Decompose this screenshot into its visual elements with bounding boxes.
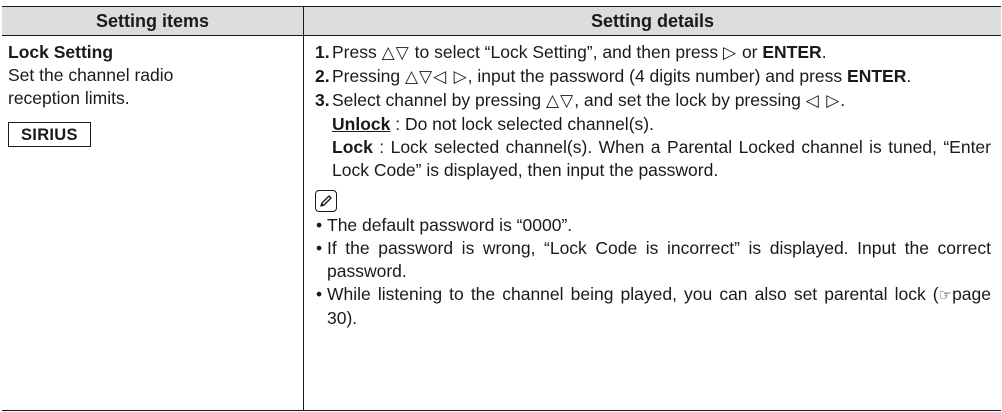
step-text: to select “Lock Setting”, and then press <box>409 42 723 62</box>
column-divider <box>303 7 304 410</box>
lock-description: : Lock selected channel(s). When a Paren… <box>332 137 991 180</box>
pencil-note-icon <box>315 190 337 212</box>
enter-key-label: ENTER <box>847 66 907 86</box>
setting-item-title: Lock Setting <box>8 42 114 62</box>
lock-label: Lock <box>332 137 373 157</box>
header-setting-items: Setting items <box>95 11 210 31</box>
unlock-label: Unlock <box>332 114 391 134</box>
bullet-icon: • <box>316 284 323 304</box>
note-item: • If the password is wrong, “Lock Code i… <box>315 237 991 283</box>
step-text: , input the password (4 digits number) a… <box>467 66 848 86</box>
sirius-badge: SIRIUS <box>8 122 91 147</box>
step-number: 3. <box>315 90 330 110</box>
step-text: . <box>906 66 912 86</box>
step-text: Press <box>332 42 382 62</box>
step-number: 2. <box>315 66 330 86</box>
step-1: 1. Press △▽ to select “Lock Setting”, an… <box>315 41 991 65</box>
note-text: If the password is wrong, “Lock Code is … <box>327 238 991 281</box>
up-down-arrows-icon: △▽ <box>381 43 410 63</box>
step-text: . <box>840 90 846 110</box>
note-item: • While listening to the channel being p… <box>315 283 991 330</box>
setting-item-desc-line1: Set the channel radio <box>8 65 174 85</box>
bullet-icon: • <box>316 238 323 258</box>
direction-arrows-icon: △▽◁ ▷ <box>404 67 468 87</box>
step-text: , and set the lock by pressing <box>574 90 806 110</box>
setting-details-cell: 1. Press △▽ to select “Lock Setting”, an… <box>315 41 991 330</box>
step-number: 1. <box>315 42 330 62</box>
bullet-icon: • <box>316 215 323 235</box>
note-text: The default password is “0000”. <box>327 215 573 235</box>
setting-item-desc-line2: reception limits. <box>8 88 130 108</box>
step-text: Pressing <box>332 66 405 86</box>
unlock-description: : Do not lock selected channel(s). <box>390 114 654 134</box>
step-3: 3. Select channel by pressing △▽, and se… <box>315 89 991 113</box>
enter-key-label: ENTER <box>762 42 822 62</box>
step-2: 2. Pressing △▽◁ ▷, input the password (4… <box>315 65 991 89</box>
lock-option: Lock : Lock selected channel(s). When a … <box>315 136 991 182</box>
page-reference-icon: ☞ <box>938 286 953 304</box>
up-down-arrows-icon: △▽ <box>546 91 575 111</box>
header-setting-details: Setting details <box>590 11 715 31</box>
left-right-arrows-icon: ◁ ▷ <box>805 91 841 111</box>
settings-table: Setting items Setting details Lock Setti… <box>2 6 1001 411</box>
right-arrow-icon: ▷ <box>723 43 738 63</box>
step-text: . <box>821 42 827 62</box>
note-item: • The default password is “0000”. <box>315 214 991 237</box>
note-text: While listening to the channel being pla… <box>327 284 939 304</box>
step-text: Select channel by pressing <box>332 90 547 110</box>
step-text: or <box>737 42 763 62</box>
setting-item-cell: Lock Setting Set the channel radio recep… <box>8 41 298 147</box>
unlock-option: Unlock : Do not lock selected channel(s)… <box>315 113 991 136</box>
table-header: Setting items Setting details <box>2 7 1001 36</box>
